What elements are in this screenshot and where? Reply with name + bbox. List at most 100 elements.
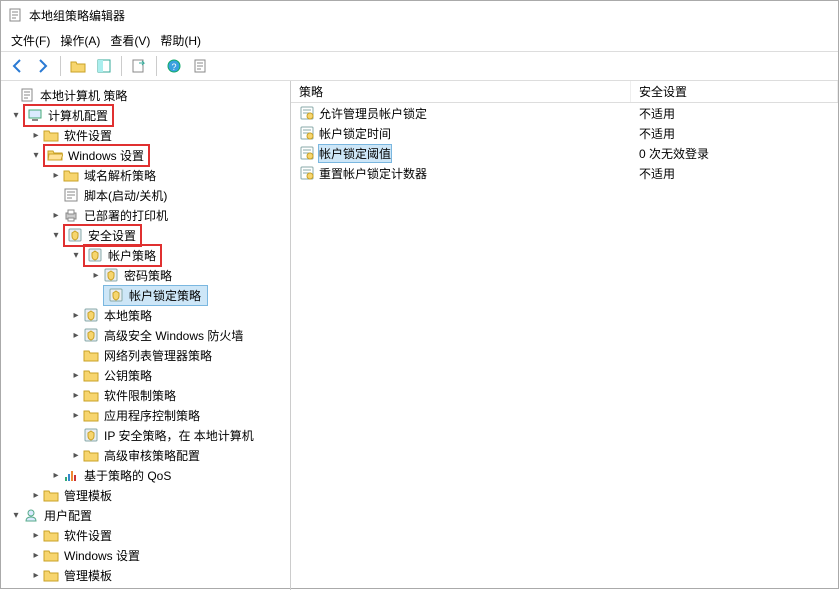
tree-windows-settings[interactable]: ▾ Windows 设置 — [3, 145, 288, 165]
chevron-down-icon[interactable]: ▾ — [69, 248, 83, 262]
menu-file[interactable]: 文件(F) — [7, 30, 54, 51]
list-cell: 重置帐户锁定计数器 — [319, 165, 427, 182]
toolbar-separator — [60, 56, 61, 76]
folder-icon — [83, 387, 99, 403]
help-button[interactable] — [162, 54, 186, 78]
tree-label: 软件设置 — [62, 126, 114, 145]
chevron-right-icon[interactable]: ▸ — [29, 528, 43, 542]
tree-label: 应用程序控制策略 — [102, 406, 202, 425]
chevron-down-icon[interactable]: ▾ — [49, 228, 63, 242]
scroll-icon — [299, 165, 315, 181]
list-row[interactable]: 重置帐户锁定计数器 不适用 — [291, 163, 838, 183]
tree-label: 软件限制策略 — [102, 386, 178, 405]
list-row[interactable]: 帐户锁定阈值 0 次无效登录 — [291, 143, 838, 163]
tree-security-settings[interactable]: ▾ 安全设置 — [3, 225, 288, 245]
expander-icon — [69, 428, 83, 442]
tree-label: 公钥策略 — [102, 366, 154, 385]
list-pane[interactable]: 策略 安全设置 允许管理员帐户锁定 不适用 帐户锁定时间 不适用 帐户锁定阈值 … — [291, 81, 838, 590]
tree-password-policy[interactable]: ▸ 密码策略 — [3, 265, 288, 285]
chevron-down-icon[interactable]: ▾ — [29, 148, 43, 162]
toolbar — [1, 51, 838, 81]
tree-account-policies[interactable]: ▾ 帐户策略 — [3, 245, 288, 265]
tree-user-config[interactable]: ▾ 用户配置 — [3, 505, 288, 525]
tree-label: 网络列表管理器策略 — [102, 346, 214, 365]
menu-action[interactable]: 操作(A) — [56, 30, 104, 51]
doc-icon — [19, 87, 35, 103]
tree-root[interactable]: 本地计算机 策略 — [3, 85, 288, 105]
list-cell: 不适用 — [631, 104, 838, 123]
chevron-right-icon[interactable]: ▸ — [69, 308, 83, 322]
chevron-right-icon[interactable]: ▸ — [29, 128, 43, 142]
properties-button[interactable] — [188, 54, 212, 78]
chevron-right-icon[interactable]: ▸ — [29, 488, 43, 502]
show-hide-button[interactable] — [92, 54, 116, 78]
tree-scripts[interactable]: 脚本(启动/关机) — [3, 185, 288, 205]
tree-ipsec[interactable]: IP 安全策略，在 本地计算机 — [3, 425, 288, 445]
list-cell: 不适用 — [631, 124, 838, 143]
chevron-right-icon[interactable]: ▸ — [89, 268, 103, 282]
tree-label: Windows 设置 — [66, 146, 146, 165]
list-header: 策略 安全设置 — [291, 81, 838, 103]
folder-icon — [83, 367, 99, 383]
forward-button[interactable] — [31, 54, 55, 78]
expander-icon — [5, 88, 19, 102]
tree-label: 帐户策略 — [106, 246, 158, 265]
col-header-setting[interactable]: 安全设置 — [631, 81, 838, 102]
tree-qos[interactable]: ▸ 基于策略的 QoS — [3, 465, 288, 485]
policy-icon — [103, 267, 119, 283]
tree-software-settings[interactable]: ▸ 软件设置 — [3, 125, 288, 145]
list-row[interactable]: 帐户锁定时间 不适用 — [291, 123, 838, 143]
qos-icon — [63, 467, 79, 483]
chevron-right-icon[interactable]: ▸ — [69, 448, 83, 462]
menu-view[interactable]: 查看(V) — [106, 30, 154, 51]
tree-label: 已部署的打印机 — [82, 206, 170, 225]
tree-u-software[interactable]: ▸ 软件设置 — [3, 525, 288, 545]
tree-u-admin[interactable]: ▸ 管理模板 — [3, 565, 288, 585]
col-header-policy[interactable]: 策略 — [291, 81, 631, 102]
tree-firewall[interactable]: ▸ 高级安全 Windows 防火墙 — [3, 325, 288, 345]
up-button[interactable] — [66, 54, 90, 78]
chevron-down-icon[interactable]: ▾ — [9, 108, 23, 122]
menu-help[interactable]: 帮助(H) — [156, 30, 205, 51]
chevron-right-icon[interactable]: ▸ — [49, 208, 63, 222]
chevron-right-icon[interactable]: ▸ — [49, 468, 63, 482]
folder-icon — [43, 547, 59, 563]
tree-label: 用户配置 — [42, 506, 94, 525]
folder-open-icon — [47, 147, 63, 163]
chevron-right-icon[interactable]: ▸ — [69, 408, 83, 422]
tree-adv-audit[interactable]: ▸ 高级审核策略配置 — [3, 445, 288, 465]
chevron-right-icon[interactable]: ▸ — [49, 168, 63, 182]
chevron-right-icon[interactable]: ▸ — [69, 328, 83, 342]
chevron-right-icon[interactable]: ▸ — [69, 368, 83, 382]
policy-icon — [83, 307, 99, 323]
content-area: 本地计算机 策略 ▾ 计算机配置 ▸ 软件设置 ▾ Windows 设置 ▸ 域… — [1, 81, 838, 590]
list-row[interactable]: 允许管理员帐户锁定 不适用 — [291, 103, 838, 123]
tree-printers[interactable]: ▸ 已部署的打印机 — [3, 205, 288, 225]
tree-computer-config[interactable]: ▾ 计算机配置 — [3, 105, 288, 125]
tree-pane[interactable]: 本地计算机 策略 ▾ 计算机配置 ▸ 软件设置 ▾ Windows 设置 ▸ 域… — [1, 81, 291, 590]
tree-label: 管理模板 — [62, 486, 114, 505]
tree-lockout-policy[interactable]: 帐户锁定策略 — [3, 285, 288, 305]
computer-icon — [27, 107, 43, 123]
list-cell: 允许管理员帐户锁定 — [319, 105, 427, 122]
chevron-right-icon[interactable]: ▸ — [69, 388, 83, 402]
tree-admin-templates[interactable]: ▸ 管理模板 — [3, 485, 288, 505]
script-icon — [63, 187, 79, 203]
chevron-right-icon[interactable]: ▸ — [29, 548, 43, 562]
chevron-down-icon[interactable]: ▾ — [9, 508, 23, 522]
tree-u-windows[interactable]: ▸ Windows 设置 — [3, 545, 288, 565]
tree-public-key[interactable]: ▸ 公钥策略 — [3, 365, 288, 385]
tree-local-policies[interactable]: ▸ 本地策略 — [3, 305, 288, 325]
tree-dns-policy[interactable]: ▸ 域名解析策略 — [3, 165, 288, 185]
tree-label: 帐户锁定策略 — [127, 286, 203, 305]
tree-software-restrict[interactable]: ▸ 软件限制策略 — [3, 385, 288, 405]
folder-icon — [83, 347, 99, 363]
policy-icon — [67, 227, 83, 243]
tree-app-control[interactable]: ▸ 应用程序控制策略 — [3, 405, 288, 425]
tree-nlm-policy[interactable]: 网络列表管理器策略 — [3, 345, 288, 365]
tree-label: 高级安全 Windows 防火墙 — [102, 326, 245, 345]
chevron-right-icon[interactable]: ▸ — [29, 568, 43, 582]
export-button[interactable] — [127, 54, 151, 78]
titlebar: 本地组策略编辑器 — [1, 1, 838, 29]
back-button[interactable] — [5, 54, 29, 78]
